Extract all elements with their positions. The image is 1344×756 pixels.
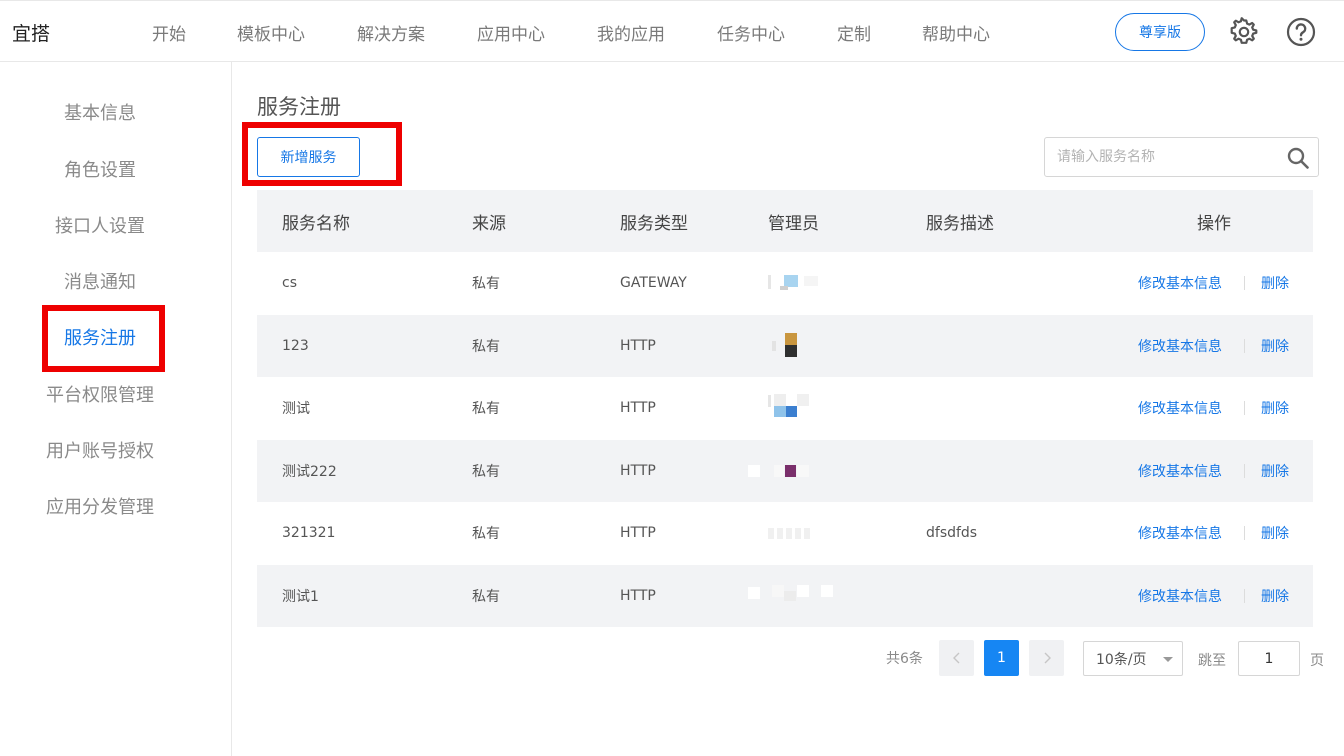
cell-source: 私有 xyxy=(472,588,500,605)
sidebar-item-account-authorization[interactable]: 用户账号授权 xyxy=(0,437,200,463)
action-divider xyxy=(1244,463,1245,478)
edit-basic-info-link[interactable]: 修改基本信息 xyxy=(1138,252,1222,315)
cell-service-name: 测试 xyxy=(282,401,310,418)
table-row: 123 私有 HTTP 修改基本信息 删除 xyxy=(257,314,1313,378)
delete-link[interactable]: 删除 xyxy=(1261,377,1289,440)
header-service-name: 服务名称 xyxy=(282,213,350,234)
cell-source: 私有 xyxy=(472,463,500,480)
chevron-right-icon xyxy=(1044,652,1051,664)
header-source: 来源 xyxy=(472,213,506,234)
pagination-total: 共6条 xyxy=(886,651,923,667)
cell-service-name: 测试1 xyxy=(282,588,319,605)
cell-service-type: HTTP xyxy=(620,525,656,542)
nav-app-center[interactable]: 应用中心 xyxy=(477,20,545,45)
top-navbar: 宜搭 开始 模板中心 解决方案 应用中心 我的应用 任务中心 定制 帮助中心 尊… xyxy=(0,0,1344,62)
page-number-current[interactable]: 1 xyxy=(984,640,1019,676)
header-admin: 管理员 xyxy=(768,213,819,234)
action-divider xyxy=(1244,276,1245,290)
cell-source: 私有 xyxy=(472,526,500,543)
delete-link[interactable]: 删除 xyxy=(1261,315,1289,378)
page-title: 服务注册 xyxy=(257,95,341,119)
edit-basic-info-link[interactable]: 修改基本信息 xyxy=(1138,502,1222,565)
vip-edition-button[interactable]: 尊享版 xyxy=(1115,13,1205,51)
cell-service-name: cs xyxy=(282,275,297,292)
cell-service-name: 测试222 xyxy=(282,463,337,480)
action-divider xyxy=(1244,338,1245,353)
cell-source: 私有 xyxy=(472,276,500,293)
nav-help-center[interactable]: 帮助中心 xyxy=(922,20,990,45)
table-header: 服务名称 来源 服务类型 管理员 服务描述 操作 xyxy=(257,190,1313,252)
nav-start[interactable]: 开始 xyxy=(152,20,186,45)
search-icon[interactable] xyxy=(1287,147,1309,169)
service-table: 服务名称 来源 服务类型 管理员 服务描述 操作 cs 私有 GATEWAY 修… xyxy=(257,190,1313,627)
sidebar-item-service-registry[interactable]: 服务注册 xyxy=(0,324,200,350)
page-suffix-label: 页 xyxy=(1310,653,1324,669)
add-service-button[interactable]: 新增服务 xyxy=(257,137,360,177)
page-size-select[interactable]: 10条/页 xyxy=(1083,641,1183,676)
jump-page-input[interactable] xyxy=(1238,641,1300,676)
edit-basic-info-link[interactable]: 修改基本信息 xyxy=(1138,440,1222,503)
cell-service-type: GATEWAY xyxy=(620,275,687,292)
cell-source: 私有 xyxy=(472,338,500,355)
sidebar-item-app-distribution[interactable]: 应用分发管理 xyxy=(0,493,200,519)
delete-link[interactable]: 删除 xyxy=(1261,502,1289,565)
delete-link[interactable]: 删除 xyxy=(1261,565,1289,628)
chevron-left-icon xyxy=(952,652,959,664)
table-row: 测试222 私有 HTTP 修改基本信息 删除 xyxy=(257,439,1313,503)
app-logo[interactable]: 宜搭 xyxy=(12,19,50,46)
sidebar: 基本信息 角色设置 接口人设置 消息通知 服务注册 平台权限管理 用户账号授权 … xyxy=(0,62,232,756)
jump-to-label: 跳至 xyxy=(1198,653,1226,669)
cell-service-type: HTTP xyxy=(620,587,656,604)
delete-link[interactable]: 删除 xyxy=(1261,252,1289,315)
table-row: cs 私有 GATEWAY 修改基本信息 删除 xyxy=(257,252,1313,315)
cell-source: 私有 xyxy=(472,401,500,418)
action-divider xyxy=(1244,401,1245,415)
caret-down-icon xyxy=(1163,657,1173,662)
sidebar-item-contact-settings[interactable]: 接口人设置 xyxy=(0,212,200,238)
search-box xyxy=(1044,137,1319,177)
nav-templates[interactable]: 模板中心 xyxy=(237,20,305,45)
action-divider xyxy=(1244,526,1245,540)
cell-description: dfsdfds xyxy=(926,525,978,542)
page-size-value: 10条/页 xyxy=(1096,651,1147,668)
gear-icon[interactable] xyxy=(1228,16,1260,48)
action-divider xyxy=(1244,588,1245,603)
nav-task-center[interactable]: 任务中心 xyxy=(717,20,785,45)
table-row: 测试 私有 HTTP 修改基本信息 删除 xyxy=(257,377,1313,440)
edit-basic-info-link[interactable]: 修改基本信息 xyxy=(1138,377,1222,440)
prev-page-button[interactable] xyxy=(939,640,974,676)
cell-service-name: 123 xyxy=(282,337,309,354)
table-row: 321321 私有 HTTP dfsdfds 修改基本信息 删除 xyxy=(257,502,1313,565)
edit-basic-info-link[interactable]: 修改基本信息 xyxy=(1138,565,1222,628)
nav-my-apps[interactable]: 我的应用 xyxy=(597,20,665,45)
header-description: 服务描述 xyxy=(926,213,994,234)
next-page-button[interactable] xyxy=(1029,640,1064,676)
delete-link[interactable]: 删除 xyxy=(1261,440,1289,503)
header-actions: 操作 xyxy=(1197,213,1231,234)
cell-service-type: HTTP xyxy=(620,337,656,354)
cell-service-type: HTTP xyxy=(620,462,656,479)
table-row: 测试1 私有 HTTP 修改基本信息 删除 xyxy=(257,564,1313,628)
sidebar-item-basic-info[interactable]: 基本信息 xyxy=(0,99,200,125)
edit-basic-info-link[interactable]: 修改基本信息 xyxy=(1138,315,1222,378)
sidebar-item-platform-permissions[interactable]: 平台权限管理 xyxy=(0,381,200,407)
sidebar-item-notifications[interactable]: 消息通知 xyxy=(0,268,200,294)
header-service-type: 服务类型 xyxy=(620,213,688,234)
cell-service-name: 321321 xyxy=(282,525,336,542)
help-icon[interactable] xyxy=(1285,16,1317,48)
nav-solutions[interactable]: 解决方案 xyxy=(357,20,425,45)
cell-service-type: HTTP xyxy=(620,400,656,417)
nav-custom[interactable]: 定制 xyxy=(837,20,871,45)
sidebar-item-role-settings[interactable]: 角色设置 xyxy=(0,156,200,182)
search-input[interactable] xyxy=(1057,138,1282,176)
